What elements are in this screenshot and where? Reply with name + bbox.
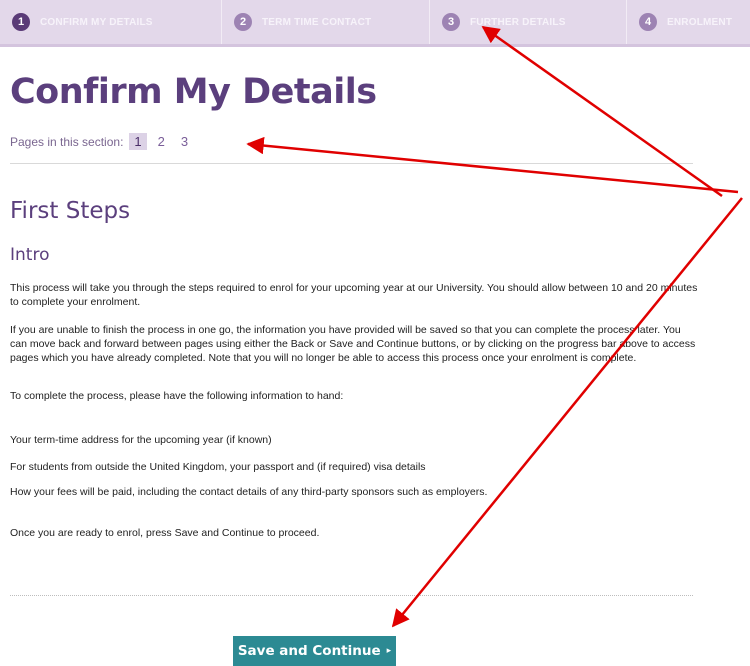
progress-step-term-time-contact[interactable]: 2 TERM TIME CONTACT	[222, 0, 430, 44]
save-info-paragraph: If you are unable to finish the process …	[10, 323, 700, 365]
paragraph-text: How your fees will be paid, including th…	[10, 486, 488, 498]
pages-label: Pages in this section:	[10, 134, 124, 149]
annotation-arrow-to-pages	[246, 136, 739, 194]
step-label: FURTHER DETAILS	[470, 16, 566, 28]
progress-step-confirm-details[interactable]: 1 CONFIRM MY DETAILS	[0, 0, 222, 44]
arrow-right-icon: ▸	[386, 646, 392, 656]
page-link-3[interactable]: 3	[176, 133, 193, 150]
step-number-badge: 2	[234, 13, 252, 31]
paragraph-text: Once you are ready to enrol, press Save …	[10, 527, 320, 539]
paragraph-text: For students from outside the United Kin…	[10, 461, 426, 473]
annotation-arrow-to-save	[391, 197, 743, 628]
intro-paragraph: This process will take you through the s…	[10, 281, 700, 309]
step-number-badge: 3	[442, 13, 460, 31]
step-label: TERM TIME CONTACT	[262, 16, 372, 28]
save-button-label: Save and Continue	[237, 643, 381, 659]
paragraph-text: If you are unable to finish the process …	[10, 324, 696, 364]
requirement-item: Your term-time address for the upcoming …	[10, 433, 700, 447]
save-and-continue-button[interactable]: Save and Continue ▸	[233, 636, 396, 666]
paragraph-text: This process will take you through the s…	[10, 282, 698, 308]
progress-step-further-details[interactable]: 3 FURTHER DETAILS	[430, 0, 627, 44]
proceed-instruction: Once you are ready to enrol, press Save …	[10, 526, 700, 540]
step-label: CONFIRM MY DETAILS	[40, 16, 153, 28]
requirement-item: How your fees will be paid, including th…	[10, 485, 700, 499]
section-title: First Steps	[10, 198, 131, 224]
requirement-item: For students from outside the United Kin…	[10, 460, 700, 474]
page-title: Confirm My Details	[10, 72, 377, 112]
annotation-arrow-to-step	[481, 25, 723, 198]
step-number-badge: 1	[12, 13, 30, 31]
progress-step-enrolment[interactable]: 4 ENROLMENT	[627, 0, 750, 44]
section-pagination: Pages in this section: 1 2 3	[10, 133, 193, 150]
paragraph-text: Your term-time address for the upcoming …	[10, 434, 272, 446]
step-label: ENROLMENT	[667, 16, 733, 28]
paragraph-text: To complete the process, please have the…	[10, 390, 344, 402]
divider	[10, 163, 693, 164]
step-number-badge: 4	[639, 13, 657, 31]
divider	[10, 595, 693, 596]
prepare-info-paragraph: To complete the process, please have the…	[10, 389, 700, 403]
section-subtitle: Intro	[10, 245, 50, 265]
page-link-2[interactable]: 2	[153, 133, 170, 150]
page-link-1[interactable]: 1	[129, 133, 147, 150]
progress-bar: 1 CONFIRM MY DETAILS 2 TERM TIME CONTACT…	[0, 0, 750, 47]
